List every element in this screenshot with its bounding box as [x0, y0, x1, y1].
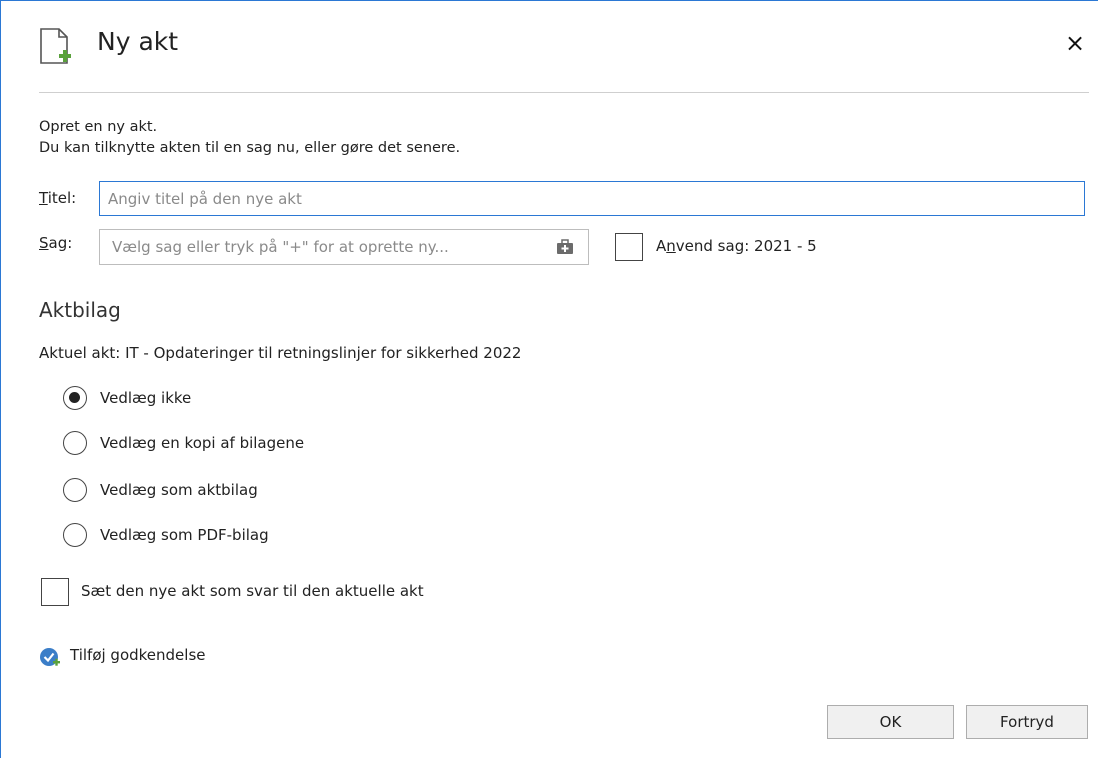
- radio-label: Vedlæg som aktbilag: [100, 481, 258, 499]
- dialog-title: Ny akt: [97, 27, 179, 56]
- new-act-dialog: Ny akt × Opret en ny akt. Du kan tilknyt…: [0, 0, 1098, 758]
- radio-button[interactable]: [63, 431, 87, 455]
- radio-button[interactable]: [63, 523, 87, 547]
- titel-label: Titel:: [39, 189, 77, 207]
- radio-button[interactable]: [63, 478, 87, 502]
- intro-line-1: Opret en ny akt.: [39, 119, 158, 135]
- sag-picker[interactable]: Vælg sag eller tryk på "+" for at oprett…: [99, 229, 589, 265]
- radio-label: Vedlæg en kopi af bilagene: [100, 434, 305, 452]
- radio-label: Vedlæg ikke: [100, 389, 192, 407]
- sag-placeholder: Vælg sag eller tryk på "+" for at oprett…: [112, 238, 449, 256]
- current-act-label: Aktuel akt: IT - Opdateringer til retnin…: [39, 344, 522, 362]
- radio-label: Vedlæg som PDF-bilag: [100, 526, 269, 544]
- anvend-sag-label: Anvend sag: 2021 - 5: [656, 237, 817, 255]
- anvend-sag-checkbox[interactable]: [615, 233, 643, 261]
- radio-button[interactable]: [63, 386, 87, 410]
- intro-text: Opret en ny akt. Du kan tilknytte akten …: [39, 117, 460, 159]
- ok-button[interactable]: OK: [827, 705, 954, 739]
- titel-input[interactable]: [99, 181, 1085, 216]
- new-document-icon: [40, 28, 71, 64]
- reply-label: Sæt den nye akt som svar til den aktuell…: [81, 582, 424, 600]
- sag-label: Sag:: [39, 234, 73, 252]
- aktbilag-heading: Aktbilag: [39, 298, 121, 322]
- approval-link[interactable]: Tilføj godkendelse: [70, 646, 206, 664]
- cancel-button[interactable]: Fortryd: [966, 705, 1088, 739]
- radio-vedlaeg-aktbilag[interactable]: Vedlæg som aktbilag: [63, 476, 258, 504]
- intro-line-2: Du kan tilknytte akten til en sag nu, el…: [39, 140, 461, 156]
- radio-vedlaeg-pdf[interactable]: Vedlæg som PDF-bilag: [63, 521, 269, 549]
- radio-vedlaeg-ikke[interactable]: Vedlæg ikke: [63, 384, 191, 412]
- case-briefcase-icon[interactable]: [556, 239, 574, 255]
- approval-add-icon[interactable]: [39, 646, 61, 668]
- reply-checkbox[interactable]: [41, 578, 69, 606]
- radio-vedlaeg-kopi[interactable]: Vedlæg en kopi af bilagene: [63, 429, 304, 457]
- close-icon[interactable]: ×: [1065, 31, 1085, 55]
- header-divider: [39, 92, 1089, 93]
